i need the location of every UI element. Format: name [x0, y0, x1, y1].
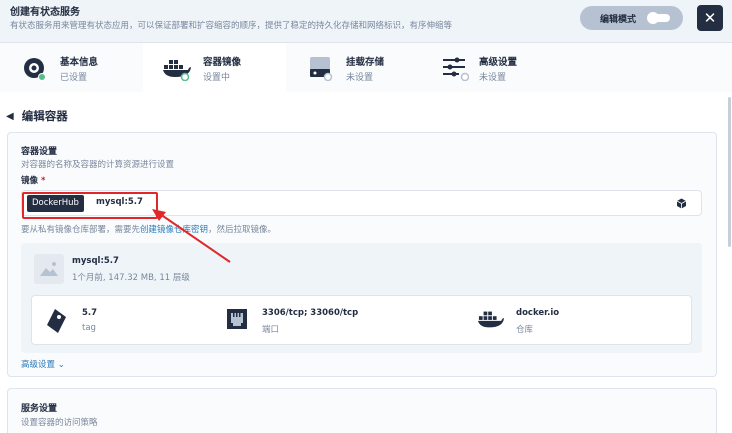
annotation-arrow: [152, 209, 231, 263]
